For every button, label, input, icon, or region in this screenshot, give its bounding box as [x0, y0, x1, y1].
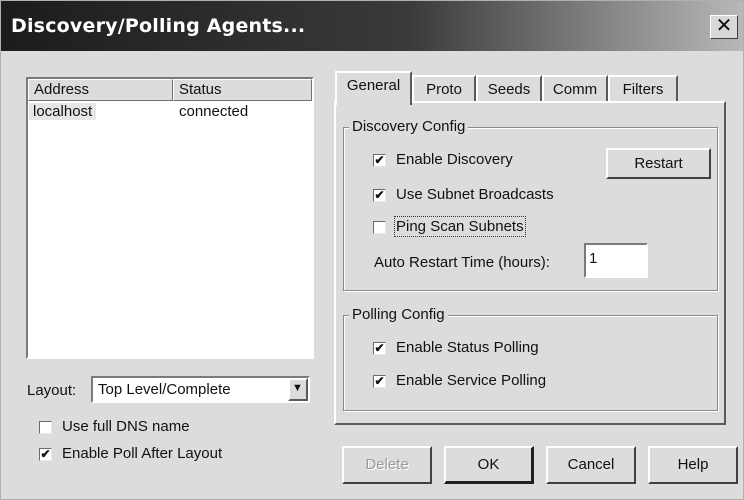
close-icon: ✕	[715, 15, 733, 37]
enable-service-polling-checkbox[interactable]: ✔	[373, 375, 386, 388]
chevron-down-icon: ▼	[292, 382, 303, 394]
layout-dropdown-button[interactable]: ▼	[288, 378, 308, 401]
tab-comm-label: Comm	[552, 81, 598, 98]
check-mark-icon: ✔	[40, 447, 51, 461]
column-header-status[interactable]: Status	[173, 79, 312, 101]
enable-discovery-checkbox[interactable]: ✔	[373, 154, 386, 167]
delete-button-label: Delete	[365, 456, 409, 473]
enable-status-polling-label: Enable Status Polling	[396, 339, 539, 356]
enable-poll-after-layout-checkbox[interactable]: ✔	[39, 448, 52, 461]
ping-scan-subnets-checkbox[interactable]	[373, 221, 386, 234]
auto-restart-label: Auto Restart Time (hours):	[374, 254, 550, 271]
polling-config-title: Polling Config	[349, 306, 448, 323]
close-button[interactable]: ✕	[710, 15, 738, 39]
use-full-dns-checkbox[interactable]	[39, 421, 52, 434]
enable-discovery-label: Enable Discovery	[396, 151, 513, 168]
enable-service-polling-label: Enable Service Polling	[396, 372, 547, 389]
restart-button[interactable]: Restart	[606, 148, 711, 179]
check-mark-icon: ✔	[374, 341, 385, 355]
layout-label: Layout:	[27, 382, 77, 399]
column-header-address[interactable]: Address	[28, 79, 173, 101]
agent-address: localhost	[29, 103, 97, 120]
auto-restart-value: 1	[589, 250, 598, 267]
cancel-button[interactable]: Cancel	[546, 446, 636, 484]
layout-select[interactable]: Top Level/Complete ▼	[91, 376, 310, 403]
use-full-dns-label: Use full DNS name	[62, 418, 190, 435]
table-row[interactable]: localhost connected	[28, 103, 312, 123]
tab-filters-label: Filters	[622, 81, 664, 98]
tab-general-label: General	[346, 77, 401, 94]
auto-restart-input[interactable]: 1	[584, 243, 648, 278]
ok-button[interactable]: OK	[444, 446, 534, 484]
polling-config-group	[343, 315, 718, 411]
help-button-label: Help	[677, 456, 709, 473]
enable-poll-after-layout-label: Enable Poll After Layout	[62, 445, 223, 462]
ok-button-label: OK	[477, 456, 500, 473]
dialog-window: Discovery/Polling Agents... ✕ Address St…	[0, 0, 744, 500]
layout-value: Top Level/Complete	[98, 381, 231, 398]
tab-seeds-label: Seeds	[487, 81, 531, 98]
check-mark-icon: ✔	[374, 374, 385, 388]
enable-status-polling-checkbox[interactable]: ✔	[373, 342, 386, 355]
check-mark-icon: ✔	[374, 188, 385, 202]
cancel-button-label: Cancel	[567, 456, 615, 473]
help-button[interactable]: Help	[648, 446, 738, 484]
tab-proto-label: Proto	[426, 81, 462, 98]
agent-status: connected	[179, 103, 249, 120]
ping-scan-subnets-label: Ping Scan Subnets	[394, 216, 526, 237]
discovery-config-title: Discovery Config	[349, 118, 469, 135]
agents-list[interactable]: Address Status localhost connected	[26, 77, 314, 359]
window-title: Discovery/Polling Agents...	[11, 15, 306, 37]
use-subnet-broadcasts-label: Use Subnet Broadcasts	[396, 186, 554, 203]
delete-button[interactable]: Delete	[342, 446, 432, 484]
check-mark-icon: ✔	[374, 153, 385, 167]
restart-button-label: Restart	[634, 155, 683, 172]
use-subnet-broadcasts-checkbox[interactable]: ✔	[373, 189, 386, 202]
title-bar[interactable]: Discovery/Polling Agents... ✕	[1, 1, 743, 51]
general-tab-panel: Discovery Config ✔ Enable Discovery Rest…	[334, 101, 726, 425]
tab-general[interactable]: General	[335, 71, 412, 105]
